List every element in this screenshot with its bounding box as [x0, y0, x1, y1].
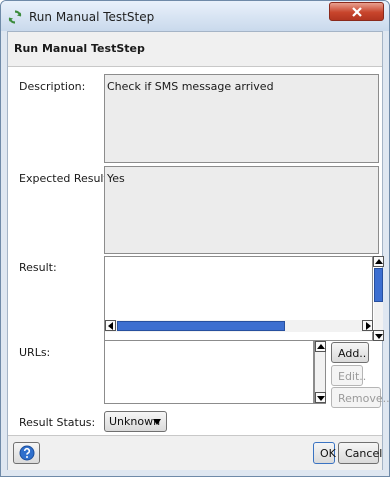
description-label: Description:	[19, 80, 86, 93]
arrow-left-icon	[108, 322, 113, 330]
result-status-label: Result Status:	[19, 416, 96, 429]
dialog-header: Run Manual TestStep	[8, 32, 382, 67]
scroll-right-button[interactable]	[362, 320, 373, 331]
arrow-down-icon	[317, 396, 325, 401]
scroll-track[interactable]	[374, 302, 383, 330]
help-button[interactable]	[13, 442, 40, 464]
description-field: Check if SMS message arrived	[104, 74, 379, 163]
close-icon	[352, 7, 362, 17]
result-horizontal-scrollbar[interactable]	[105, 320, 373, 332]
dialog-content: Run Manual TestStep Description: Check i…	[7, 31, 389, 470]
urls-scroll-up-button[interactable]	[315, 341, 326, 352]
chevron-down-icon	[153, 419, 161, 425]
cancel-button[interactable]: Cancel	[338, 442, 382, 464]
ok-button[interactable]: OK	[313, 442, 336, 464]
expected-result-label: Expected Result:	[19, 172, 112, 185]
horizontal-scroll-thumb[interactable]	[117, 321, 285, 331]
dialog-window: Run Manual TestStep Run Manual TestStep …	[0, 0, 390, 477]
scroll-down-button[interactable]	[373, 330, 384, 341]
urls-vertical-scrollbar[interactable]	[314, 340, 326, 404]
dialog-heading: Run Manual TestStep	[14, 42, 145, 55]
arrow-right-icon	[366, 322, 371, 330]
close-button[interactable]	[329, 2, 384, 21]
urls-label: URLs:	[19, 346, 51, 359]
arrow-down-icon	[375, 334, 383, 339]
edit-url-button[interactable]: Edit..	[331, 365, 366, 386]
expected-result-field: Yes	[104, 166, 379, 254]
scroll-left-button[interactable]	[105, 320, 116, 331]
title-bar[interactable]: Run Manual TestStep	[1, 1, 389, 31]
window-title: Run Manual TestStep	[29, 10, 155, 24]
result-label: Result:	[19, 261, 57, 274]
result-vertical-scrollbar[interactable]	[373, 256, 385, 342]
dialog-footer: OK Cancel	[8, 435, 382, 470]
urls-list[interactable]	[104, 340, 314, 404]
urls-scroll-down-button[interactable]	[315, 392, 326, 403]
arrow-up-icon	[317, 344, 325, 349]
remove-url-button[interactable]: Remove..	[331, 387, 389, 408]
scroll-thumb[interactable]	[374, 268, 383, 302]
refresh-icon	[8, 10, 22, 24]
add-url-button[interactable]: Add..	[331, 342, 369, 363]
scroll-up-button[interactable]	[373, 256, 384, 267]
arrow-up-icon	[375, 259, 383, 264]
result-status-dropdown[interactable]: Unknown	[104, 411, 167, 432]
help-icon	[19, 445, 35, 461]
